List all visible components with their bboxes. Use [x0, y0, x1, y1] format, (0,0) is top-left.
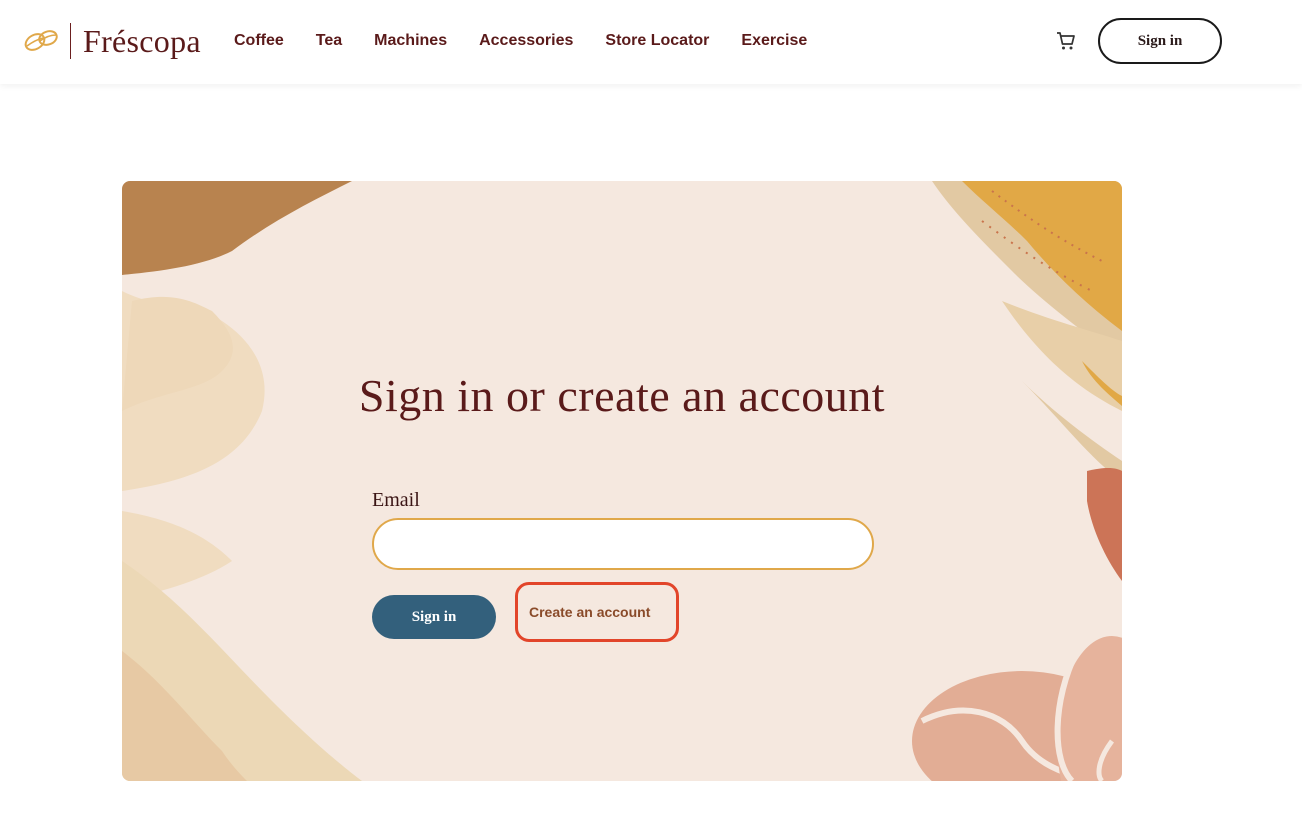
page-title: Sign in or create an account [358, 370, 886, 421]
decorative-leaves-background [122, 181, 1122, 781]
nav-item-accessories[interactable]: Accessories [479, 31, 573, 51]
sign-in-button[interactable]: Sign in [372, 595, 496, 639]
main-nav: Coffee Tea Machines Accessories Store Lo… [234, 31, 839, 51]
logo-divider [70, 23, 71, 59]
create-account-label: Create an account [529, 604, 651, 620]
email-label: Email [372, 489, 420, 511]
email-field[interactable] [372, 518, 874, 570]
cart-icon[interactable] [1055, 30, 1077, 52]
coffee-bean-logo-icon [24, 30, 58, 51]
create-account-button[interactable]: Create an account [515, 582, 679, 642]
nav-item-store-locator[interactable]: Store Locator [605, 31, 709, 51]
site-header: Fréscopa Coffee Tea Machines Accessories… [0, 0, 1302, 84]
nav-item-exercise[interactable]: Exercise [741, 31, 807, 51]
brand-name: Fréscopa [83, 22, 201, 59]
sign-in-card: Sign in or create an account Email Sign … [122, 181, 1122, 781]
nav-item-machines[interactable]: Machines [374, 31, 447, 51]
brand-logo[interactable]: Fréscopa [22, 22, 201, 60]
nav-item-tea[interactable]: Tea [316, 31, 342, 51]
nav-item-coffee[interactable]: Coffee [234, 31, 284, 51]
header-sign-in-button[interactable]: Sign in [1098, 18, 1222, 64]
